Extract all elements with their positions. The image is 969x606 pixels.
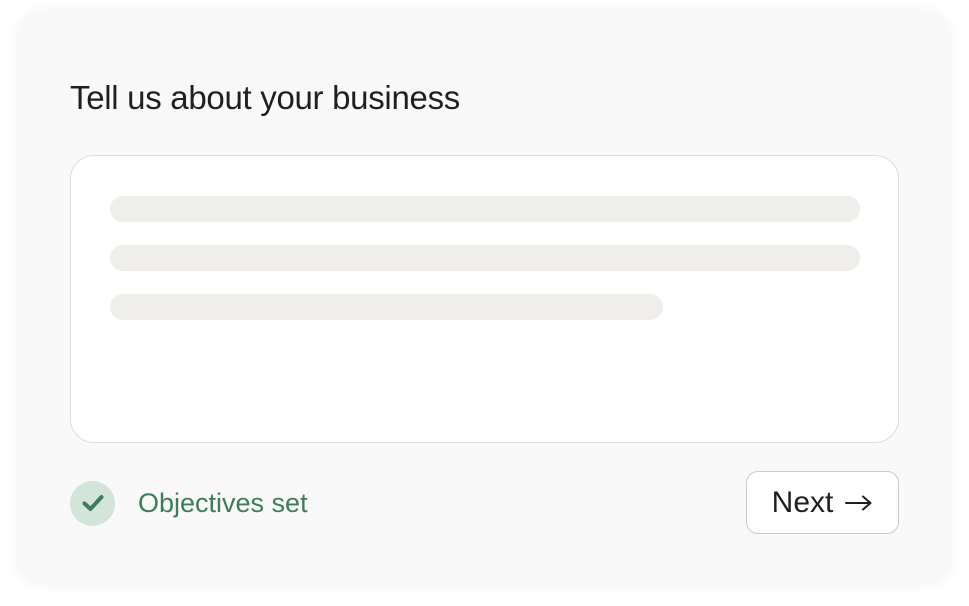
check-icon: [70, 480, 115, 526]
loading-placeholder-line: [110, 294, 663, 320]
loading-placeholder-line: [110, 245, 860, 271]
objectives-status: Objectives set: [70, 480, 308, 526]
next-button-label: Next: [771, 485, 834, 519]
page-title: Tell us about your business: [70, 79, 460, 116]
status-label: Objectives set: [138, 488, 308, 518]
business-description-input[interactable]: [70, 155, 899, 443]
arrow-right-icon: [845, 495, 873, 511]
business-info-card: Tell us about your business Objectives s…: [18, 12, 951, 584]
loading-placeholder-line: [110, 196, 860, 222]
next-button[interactable]: Next: [746, 471, 899, 534]
